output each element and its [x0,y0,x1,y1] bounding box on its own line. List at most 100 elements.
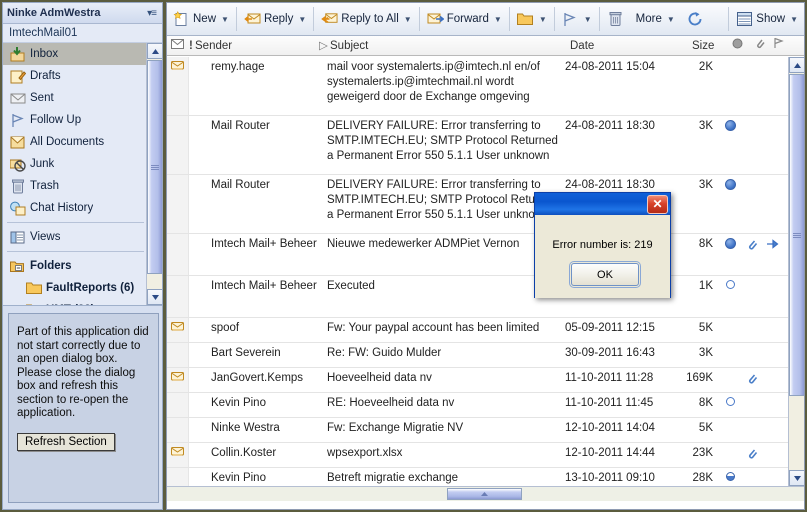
chevron-down-icon[interactable]: ▼ [537,15,547,24]
column-read-status-icon[interactable] [732,36,743,56]
table-row[interactable]: Collin.Koster wpsexport.xlsx 12-10-2011 14… [167,443,788,468]
chevron-down-icon[interactable]: ▼ [492,15,502,24]
toolbar-show-button[interactable]: Show ▼ [730,3,804,35]
row-gutter[interactable] [167,393,189,417]
table-row[interactable]: Kevin Pino RE: Hoeveelheid data nv 11-10-2… [167,393,788,418]
main-pane: New ▼ Reply ▼ Reply to All ▼ Forward ▼ ▼ ▼ More ▼ Sh… [166,2,805,510]
table-row[interactable]: spoof Fw: Your paypal account has been li… [167,318,788,343]
sidebar-item-trash[interactable]: Trash [3,175,148,197]
table-row[interactable]: Kevin Pino Betreft migratie exchange 13-10… [167,468,788,486]
table-row[interactable]: Ninke Westra Fw: Exchange Migratie NV 12-1… [167,418,788,443]
toolbar-flag-button[interactable]: ▼ [556,3,598,35]
row-size: 28K [692,472,713,484]
column-size[interactable]: Size [692,36,714,56]
toolbar-delete-trash-button[interactable] [601,3,630,35]
sidebar-item-drafts[interactable]: Drafts [3,65,148,87]
sidebar-menu-icon[interactable]: ▾≡ [147,8,158,19]
row-gutter[interactable] [167,276,189,317]
chevron-down-icon[interactable]: ▼ [219,15,229,24]
table-row[interactable]: Mail Router DELIVERY FAILURE: Error trans… [167,116,788,175]
sidebar-item-views[interactable]: Views [3,226,148,248]
chevron-down-icon[interactable]: ▼ [665,15,675,24]
dialog-ok-button[interactable]: OK [571,263,639,286]
row-subject: RE: Hoeveelheid data nv [327,397,455,409]
table-row[interactable]: Mail Router DELIVERY FAILURE: Error trans… [167,175,788,234]
sidebar-item-inbox[interactable]: Inbox [3,43,148,65]
chevron-down-icon[interactable]: ▼ [582,15,592,24]
row-subject: Fw: Exchange Migratie NV [327,422,464,434]
row-gutter[interactable] [167,418,189,442]
list-scroll-up-button[interactable] [789,57,804,73]
chevron-down-icon[interactable]: ▼ [788,15,798,24]
sidebar-scroll-down-button[interactable] [147,289,162,305]
hscroll-thumb[interactable] [447,488,522,500]
show-panes-icon [736,11,753,28]
list-scroll-down-button[interactable] [789,470,804,486]
column-priority[interactable]: ! [189,36,193,56]
reply-icon [244,11,261,28]
row-gutter[interactable] [167,368,189,392]
sidebar-item-follow-up[interactable]: Follow Up [3,109,148,131]
message-list-scrollbar[interactable] [788,57,804,486]
row-sender: Mail Router [211,179,270,191]
table-row[interactable]: JanGovert.Kemps Hoeveelheid data nv 11-10-… [167,368,788,393]
sidebar-folder-item[interactable]: UMT (23) [3,299,148,305]
row-gutter[interactable] [167,234,189,275]
sidebar-folder-item[interactable]: FaultReports (6) [3,277,148,299]
read-status-icon [725,397,735,406]
chevron-down-icon[interactable]: ▼ [296,15,306,24]
column-date[interactable]: Date [570,36,594,56]
sidebar-item-label: Inbox [30,48,59,60]
dialog-titlebar[interactable]: ✕ [535,193,670,215]
notice-line-1: Part of this application did not start c… [17,326,149,365]
chevron-down-icon[interactable]: ▼ [402,15,412,24]
row-gutter[interactable] [167,443,189,467]
row-size: 3K [698,179,713,191]
table-row[interactable]: Bart Severein Re: FW: Guido Mulder 30-09-2… [167,343,788,368]
toolbar-reply-to-all-button[interactable]: Reply to All ▼ [315,3,417,35]
sidebar-item-all-documents[interactable]: All Documents [3,131,148,153]
toolbar-reply-button[interactable]: Reply ▼ [238,3,312,35]
column-subject[interactable]: Subject [330,36,368,56]
sidebar-item-sent[interactable]: Sent [3,87,148,109]
toolbar-more-button[interactable]: More ▼ [630,3,681,35]
row-gutter[interactable] [167,343,189,367]
message-list-hscrollbar[interactable] [167,486,804,501]
row-status [723,472,737,484]
sidebar-scroll-up-button[interactable] [147,43,162,59]
error-dialog: ✕ Error number is: 219 OK [534,192,671,298]
toolbar-refresh-button[interactable] [681,3,710,35]
sidebar-item-folders[interactable]: Folders [3,255,148,277]
column-sender[interactable]: Sender [195,36,232,56]
refresh-section-button[interactable]: Refresh Section [17,432,115,451]
mailfile-label: ImtechMail01 [3,24,162,43]
table-row[interactable]: remy.hage mail voor systemalerts.ip@imtec… [167,57,788,116]
drafts-icon [9,68,27,84]
sidebar-item-label: Follow Up [30,114,82,126]
sidebar-item-label: Chat History [30,202,94,214]
sidebar-item-junk[interactable]: Junk [3,153,148,175]
table-row[interactable]: Imtech Mail+ Beheer Nieuwe medewerker ADM… [167,234,788,276]
row-size: 8K [698,397,713,409]
unread-status-icon [724,120,736,131]
table-row[interactable]: Imtech Mail+ BeheerExecuted25-08-2011 12… [167,276,788,318]
sidebar-user-title: Ninke AdmWestra [7,7,101,19]
row-gutter[interactable] [167,318,189,342]
toolbar-forward-button[interactable]: Forward ▼ [421,3,508,35]
toolbar-button-label: Reply [263,13,294,25]
sidebar-scroll-thumb[interactable] [147,60,162,274]
followup-arrow-icon [766,239,779,253]
sidebar-item-chat-history[interactable]: Chat History [3,197,148,219]
row-gutter[interactable] [167,116,189,174]
row-gutter[interactable] [167,468,189,486]
list-scroll-thumb[interactable] [789,74,804,396]
close-icon[interactable]: ✕ [647,194,668,214]
column-sort-glyph[interactable]: ▷ [319,36,328,56]
column-attachment-icon[interactable] [754,36,765,56]
row-gutter[interactable] [167,175,189,233]
toolbar-new-button[interactable]: New ▼ [167,3,235,35]
row-gutter[interactable] [167,57,189,115]
column-followup-icon[interactable] [773,36,784,56]
toolbar-folder-button[interactable]: ▼ [511,3,553,35]
sidebar-scrollbar[interactable] [146,43,162,305]
